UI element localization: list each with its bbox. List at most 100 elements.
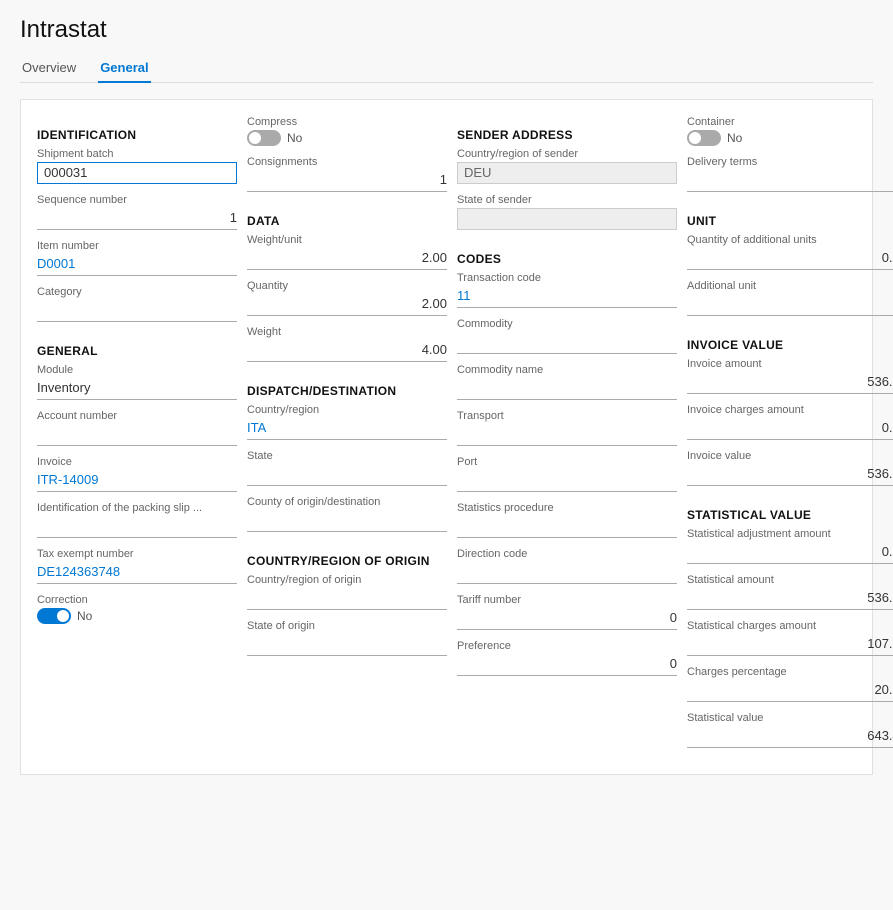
- dispatch-section: DISPATCH/DESTINATION: [247, 384, 447, 398]
- delivery-field: Delivery terms: [687, 156, 893, 192]
- direction-value[interactable]: [457, 562, 677, 584]
- account-number-value[interactable]: [37, 424, 237, 446]
- county-value[interactable]: [247, 510, 447, 532]
- sequence-number-value[interactable]: 1: [37, 208, 237, 230]
- port-value[interactable]: [457, 470, 677, 492]
- module-value[interactable]: Inventory: [37, 378, 237, 400]
- preference-value[interactable]: 0: [457, 654, 677, 676]
- origin-state-value[interactable]: [247, 634, 447, 656]
- transport-label: Transport: [457, 410, 677, 422]
- item-number-label: Item number: [37, 240, 237, 252]
- invoice-amount-field: Invoice amount 536.18: [687, 358, 893, 394]
- stat-charges-value[interactable]: 107.24: [687, 634, 893, 656]
- data-section: DATA: [247, 214, 447, 228]
- stat-charges-field: Statistical charges amount 107.24: [687, 620, 893, 656]
- identification-section: IDENTIFICATION: [37, 128, 237, 142]
- stat-value-label: Statistical value: [687, 712, 893, 724]
- stat-adjustment-value[interactable]: 0.00: [687, 542, 893, 564]
- shipment-batch-field: Shipment batch 000031: [37, 148, 237, 184]
- transport-value[interactable]: [457, 424, 677, 446]
- invoice-label: Invoice: [37, 456, 237, 468]
- sender-country-field: Country/region of sender DEU: [457, 148, 677, 184]
- transaction-value[interactable]: 11: [457, 286, 677, 308]
- invoice-value[interactable]: ITR-14009: [37, 470, 237, 492]
- commodity-field: Commodity: [457, 318, 677, 354]
- col-2: Compress No Consignments 1 DATA Weight/u…: [247, 116, 447, 758]
- unit-section: UNIT: [687, 214, 893, 228]
- stat-value-value[interactable]: 643.42: [687, 726, 893, 748]
- correction-toggle[interactable]: [37, 608, 71, 624]
- transport-field: Transport: [457, 410, 677, 446]
- compress-field: Compress No: [247, 116, 447, 146]
- packing-slip-value[interactable]: [37, 516, 237, 538]
- category-value[interactable]: [37, 300, 237, 322]
- invoice-value-label: Invoice value: [687, 450, 893, 462]
- commodity-name-value[interactable]: [457, 378, 677, 400]
- transaction-label: Transaction code: [457, 272, 677, 284]
- stat-amount-value[interactable]: 536.18: [687, 588, 893, 610]
- correction-label: Correction: [37, 594, 237, 606]
- account-number-field: Account number: [37, 410, 237, 446]
- statistics-label: Statistics procedure: [457, 502, 677, 514]
- invoice-amount-label: Invoice amount: [687, 358, 893, 370]
- weight-unit-value[interactable]: 2.00: [247, 248, 447, 270]
- container-toggle[interactable]: [687, 130, 721, 146]
- tab-general[interactable]: General: [98, 54, 150, 83]
- item-number-field: Item number D0001: [37, 240, 237, 276]
- tariff-value[interactable]: 0: [457, 608, 677, 630]
- consignments-value[interactable]: 1: [247, 170, 447, 192]
- dispatch-state-field: State: [247, 450, 447, 486]
- quantity-additional-value[interactable]: 0.00: [687, 248, 893, 270]
- quantity-additional-field: Quantity of additional units 0.00: [687, 234, 893, 270]
- consignments-field: Consignments 1: [247, 156, 447, 192]
- page-title: Intrastat: [20, 16, 873, 44]
- packing-slip-field: Identification of the packing slip ...: [37, 502, 237, 538]
- origin-country-label: Country/region of origin: [247, 574, 447, 586]
- invoice-value-field: Invoice value 536.18: [687, 450, 893, 486]
- stat-value-field: Statistical value 643.42: [687, 712, 893, 748]
- direction-field: Direction code: [457, 548, 677, 584]
- weight-unit-label: Weight/unit: [247, 234, 447, 246]
- container-label: Container: [687, 116, 893, 128]
- invoice-charges-value[interactable]: 0.00: [687, 418, 893, 440]
- transaction-field: Transaction code 11: [457, 272, 677, 308]
- item-number-value[interactable]: D0001: [37, 254, 237, 276]
- origin-country-value[interactable]: [247, 588, 447, 610]
- quantity-additional-label: Quantity of additional units: [687, 234, 893, 246]
- charges-percentage-value[interactable]: 20.00: [687, 680, 893, 702]
- commodity-value[interactable]: [457, 332, 677, 354]
- quantity-label: Quantity: [247, 280, 447, 292]
- tariff-field: Tariff number 0: [457, 594, 677, 630]
- consignments-label: Consignments: [247, 156, 447, 168]
- tab-bar: Overview General: [20, 54, 873, 83]
- invoice-charges-field: Invoice charges amount 0.00: [687, 404, 893, 440]
- additional-unit-value[interactable]: [687, 294, 893, 316]
- statistics-value[interactable]: [457, 516, 677, 538]
- account-number-label: Account number: [37, 410, 237, 422]
- weight-value[interactable]: 4.00: [247, 340, 447, 362]
- compress-toggle[interactable]: [247, 130, 281, 146]
- invoice-value-value[interactable]: 536.18: [687, 464, 893, 486]
- tax-exempt-value[interactable]: DE124363748: [37, 562, 237, 584]
- county-label: County of origin/destination: [247, 496, 447, 508]
- dispatch-country-label: Country/region: [247, 404, 447, 416]
- tax-exempt-field: Tax exempt number DE124363748: [37, 548, 237, 584]
- quantity-value[interactable]: 2.00: [247, 294, 447, 316]
- weight-label: Weight: [247, 326, 447, 338]
- dispatch-country-value[interactable]: ITA: [247, 418, 447, 440]
- invoice-charges-label: Invoice charges amount: [687, 404, 893, 416]
- compress-label: Compress: [247, 116, 447, 128]
- correction-toggle-container: No: [37, 608, 237, 624]
- dispatch-state-value[interactable]: [247, 464, 447, 486]
- container-toggle-label: No: [727, 131, 742, 145]
- codes-section: CODES: [457, 252, 677, 266]
- commodity-name-field: Commodity name: [457, 364, 677, 400]
- invoice-amount-value[interactable]: 536.18: [687, 372, 893, 394]
- correction-toggle-label: No: [77, 609, 92, 623]
- tab-overview[interactable]: Overview: [20, 54, 78, 83]
- packing-slip-label: Identification of the packing slip ...: [37, 502, 237, 514]
- preference-label: Preference: [457, 640, 677, 652]
- shipment-batch-value[interactable]: 000031: [37, 162, 237, 184]
- delivery-value[interactable]: [687, 170, 893, 192]
- module-label: Module: [37, 364, 237, 376]
